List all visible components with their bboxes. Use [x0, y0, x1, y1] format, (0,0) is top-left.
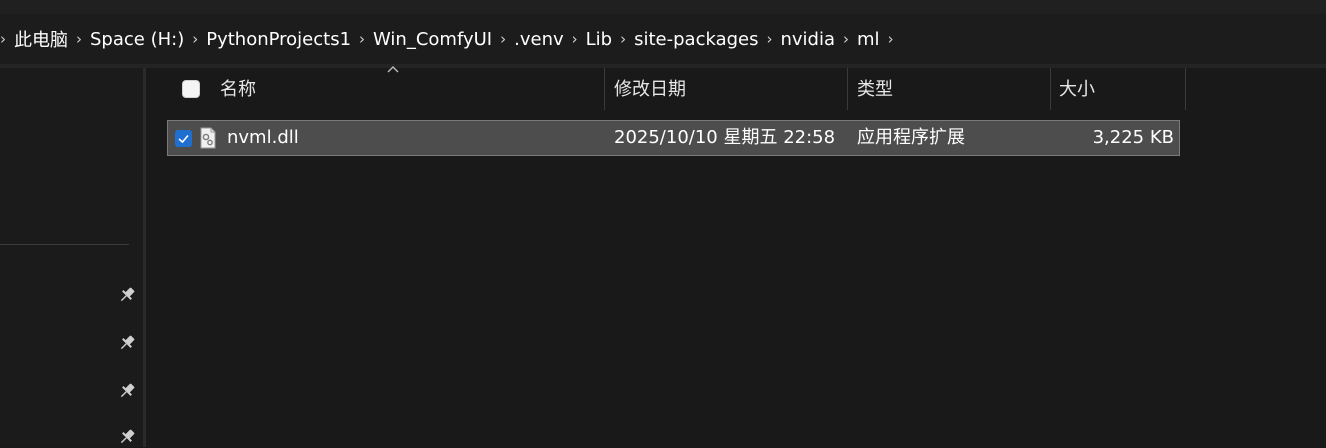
checkmark-icon[interactable] — [175, 130, 192, 147]
column-header-size[interactable]: 大小 — [1059, 68, 1095, 112]
breadcrumb: › 此电脑 › Space (H:) › PythonProjects1 › W… — [0, 14, 902, 64]
column-divider[interactable] — [1185, 68, 1186, 110]
chevron-right-icon[interactable]: › — [758, 30, 780, 48]
breadcrumb-item-venv[interactable]: .venv — [514, 29, 564, 50]
pin-icon[interactable] — [116, 284, 138, 306]
dll-file-icon — [200, 127, 216, 149]
breadcrumb-item-this-pc[interactable]: 此电脑 — [14, 26, 68, 52]
chevron-right-icon[interactable]: › — [0, 30, 14, 48]
breadcrumb-item-nvidia[interactable]: nvidia — [780, 29, 835, 50]
breadcrumb-item-lib[interactable]: Lib — [586, 29, 612, 50]
column-header-date[interactable]: 修改日期 — [614, 68, 686, 112]
title-strip — [0, 0, 1326, 14]
column-divider[interactable] — [1050, 68, 1051, 110]
column-divider[interactable] — [604, 68, 605, 110]
file-type: 应用程序扩展 — [857, 127, 965, 148]
breadcrumb-item-drive[interactable]: Space (H:) — [90, 29, 184, 50]
breadcrumb-item-win-comfyui[interactable]: Win_ComfyUI — [373, 29, 492, 50]
pin-icon[interactable] — [116, 332, 138, 354]
chevron-right-icon[interactable]: › — [612, 30, 634, 48]
column-divider[interactable] — [847, 68, 848, 110]
breadcrumb-item-ml[interactable]: ml — [857, 29, 880, 50]
column-header: 名称 修改日期 类型 大小 — [146, 68, 1326, 112]
breadcrumb-item-site-packages[interactable]: site-packages — [634, 29, 758, 50]
chevron-right-icon[interactable]: › — [68, 30, 90, 48]
chevron-right-icon[interactable]: › — [351, 30, 373, 48]
file-size: 3,225 KB — [1092, 127, 1174, 148]
file-name[interactable]: nvml.dll — [227, 121, 299, 155]
file-date: 2025/10/10 星期五 22:58 — [614, 127, 836, 148]
breadcrumb-item-projects[interactable]: PythonProjects1 — [206, 29, 351, 50]
column-header-type[interactable]: 类型 — [857, 68, 893, 112]
navigation-separator — [0, 244, 129, 245]
chevron-right-icon[interactable]: › — [492, 30, 514, 48]
chevron-right-icon[interactable]: › — [880, 30, 902, 48]
pin-icon[interactable] — [116, 426, 138, 448]
pin-icon[interactable] — [116, 380, 138, 402]
chevron-right-icon[interactable]: › — [184, 30, 206, 48]
chevron-right-icon[interactable]: › — [835, 30, 857, 48]
column-header-name[interactable]: 名称 — [220, 68, 256, 112]
file-row[interactable]: nvml.dll 2025/10/10 星期五 22:58 应用程序扩展 3,2… — [167, 120, 1180, 156]
chevron-right-icon[interactable]: › — [564, 30, 586, 48]
